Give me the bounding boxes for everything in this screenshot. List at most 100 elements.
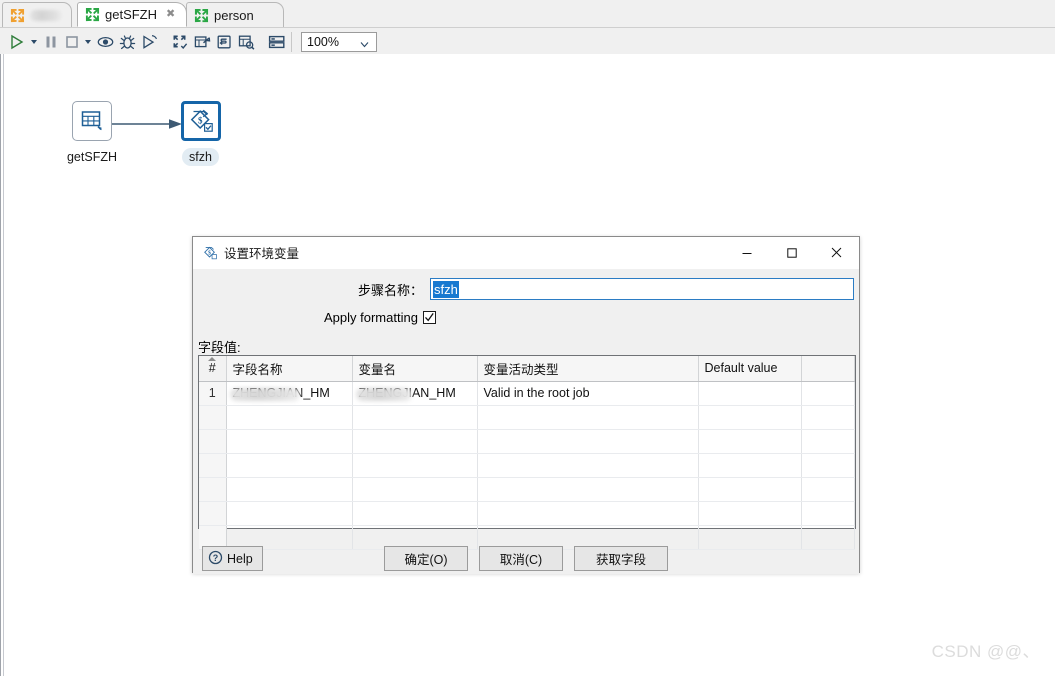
cell-extra xyxy=(801,453,855,478)
pause-icon[interactable] xyxy=(40,31,62,53)
verify-transformation-icon[interactable] xyxy=(169,31,191,53)
table-row-empty[interactable] xyxy=(199,501,855,526)
set-variable-icon: $ xyxy=(202,245,218,261)
cell-rownum: 1 xyxy=(199,381,227,406)
cell-variable-name[interactable] xyxy=(352,429,478,454)
table-row-empty[interactable] xyxy=(199,477,855,502)
step-name-input[interactable]: sfzh xyxy=(430,278,854,300)
tab-close-icon[interactable]: ✖ xyxy=(166,9,175,20)
zoom-level-combo[interactable]: 100% xyxy=(301,31,377,52)
field-values-label: 字段值: xyxy=(198,340,241,355)
cell-variable-scope[interactable] xyxy=(477,405,699,430)
replay-icon[interactable] xyxy=(138,31,160,53)
cell-default-value[interactable] xyxy=(698,381,802,406)
cell-variable-scope[interactable]: Valid in the root job xyxy=(477,381,699,406)
apply-formatting-label: Apply formatting xyxy=(324,310,418,325)
column-header-default-value[interactable]: Default value xyxy=(698,356,802,382)
step-name-label: 步骤名称： xyxy=(357,282,423,298)
close-icon[interactable] xyxy=(814,237,859,268)
set-variable-icon: $ xyxy=(180,101,221,141)
cell-field-name[interactable] xyxy=(226,429,353,454)
step-name-row: 步骤名称： sfzh xyxy=(193,277,859,301)
field-values-table[interactable]: # 字段名称 变量名 变量活动类型 Default value 1 ZHENGJ… xyxy=(198,355,856,550)
column-header-field-name[interactable]: 字段名称 xyxy=(226,356,353,382)
column-header-variable-scope[interactable]: 变量活动类型 xyxy=(477,356,699,382)
cell-default-value[interactable] xyxy=(698,453,802,478)
run-icon[interactable] xyxy=(6,31,28,53)
column-header-label: # xyxy=(208,361,216,376)
editor-tab-getsfzh[interactable]: getSFZH ✖ xyxy=(77,2,187,27)
step-name-value: sfzh xyxy=(433,280,459,298)
column-header-variable-name[interactable]: 变量名 xyxy=(352,356,478,382)
cell-field-name[interactable] xyxy=(226,477,353,502)
canvas-step-sfzh[interactable]: $ sfzh xyxy=(169,101,232,166)
table-row-empty[interactable] xyxy=(199,429,855,454)
preview-eye-icon[interactable] xyxy=(94,31,116,53)
editor-tab-blurred[interactable] xyxy=(2,2,72,27)
cell-variable-scope[interactable] xyxy=(477,453,699,478)
cell-variable-scope[interactable] xyxy=(477,501,699,526)
cell-field-name[interactable] xyxy=(226,501,353,526)
table-header-row: # 字段名称 变量名 变量活动类型 Default value xyxy=(199,356,855,382)
cell-field-name[interactable]: ZHENGJIAN_HM xyxy=(226,381,353,406)
ok-button-label: 确定(O) xyxy=(404,553,448,567)
cell-rownum xyxy=(199,501,227,526)
apply-formatting-checkbox[interactable] xyxy=(422,311,436,324)
column-header-spacer xyxy=(801,356,855,382)
cell-variable-scope[interactable] xyxy=(477,429,699,454)
ok-button[interactable]: 确定(O) xyxy=(384,546,468,571)
table-row-empty[interactable] xyxy=(199,405,855,430)
get-fields-button-label: 获取字段 xyxy=(595,553,646,567)
editor-tab-blurred-label xyxy=(30,9,62,21)
analyze-impact-icon[interactable] xyxy=(191,31,213,53)
cell-extra xyxy=(801,429,855,454)
cell-variable-scope[interactable] xyxy=(477,477,699,502)
stop-icon[interactable] xyxy=(62,31,82,53)
debug-bug-icon[interactable] xyxy=(116,31,138,53)
cell-field-name[interactable] xyxy=(226,405,353,430)
show-results-icon[interactable] xyxy=(235,31,257,53)
column-header-rownum[interactable]: # xyxy=(199,356,227,382)
grid-layout-icon[interactable] xyxy=(266,31,288,53)
apply-formatting-row[interactable]: Apply formatting xyxy=(324,310,436,325)
cell-default-value[interactable] xyxy=(698,477,802,502)
cell-rownum xyxy=(199,477,227,502)
sql-icon[interactable] xyxy=(213,31,235,53)
transformation-orange-icon xyxy=(10,8,25,23)
cell-variable-name[interactable] xyxy=(352,405,478,430)
cell-extra xyxy=(801,381,855,406)
chevron-down-icon[interactable] xyxy=(355,38,369,47)
cell-rownum xyxy=(199,429,227,454)
editor-tab-label: person xyxy=(214,7,254,23)
cell-variable-name[interactable]: ZHENGJIAN_HM xyxy=(352,381,478,406)
stop-dropdown-caret-icon[interactable] xyxy=(82,32,94,52)
cell-field-name[interactable] xyxy=(226,453,353,478)
set-environment-variables-dialog[interactable]: $ 设置环境变量 步骤名称： sfzh Apply formatting 字段值… xyxy=(192,236,860,574)
cell-field-name-text: ZHENGJIAN_HM xyxy=(232,386,330,400)
cancel-button[interactable]: 取消(C) xyxy=(479,546,563,571)
table-row-empty[interactable] xyxy=(199,453,855,478)
canvas-step-getsfzh[interactable]: getSFZH xyxy=(58,101,126,166)
cancel-button-label: 取消(C) xyxy=(499,553,543,567)
minimize-icon[interactable] xyxy=(724,237,769,268)
cell-extra xyxy=(801,501,855,526)
cell-variable-name[interactable] xyxy=(352,501,478,526)
run-dropdown-caret-icon[interactable] xyxy=(28,32,40,52)
dialog-body: 步骤名称： sfzh Apply formatting 字段值: # 字段名称 … xyxy=(193,269,859,574)
canvas-step-label: getSFZH xyxy=(66,150,117,164)
cell-default-value[interactable] xyxy=(698,405,802,430)
maximize-icon[interactable] xyxy=(769,237,814,268)
get-fields-button[interactable]: 获取字段 xyxy=(574,546,668,571)
dialog-title-bar[interactable]: $ 设置环境变量 xyxy=(193,237,859,269)
cell-default-value[interactable] xyxy=(698,501,802,526)
cell-variable-name-text: ZHENGJIAN_HM xyxy=(358,386,456,400)
transformation-green-icon xyxy=(85,7,100,22)
cell-extra xyxy=(801,477,855,502)
cell-variable-name[interactable] xyxy=(352,453,478,478)
cell-default-value[interactable] xyxy=(698,429,802,454)
cell-variable-name[interactable] xyxy=(352,477,478,502)
sort-ascending-icon xyxy=(208,357,217,361)
table-row[interactable]: 1 ZHENGJIAN_HM ZHENGJIAN_HM Valid in the… xyxy=(199,381,855,406)
editor-tab-person[interactable]: person xyxy=(186,2,284,27)
cell-rownum xyxy=(199,405,227,430)
